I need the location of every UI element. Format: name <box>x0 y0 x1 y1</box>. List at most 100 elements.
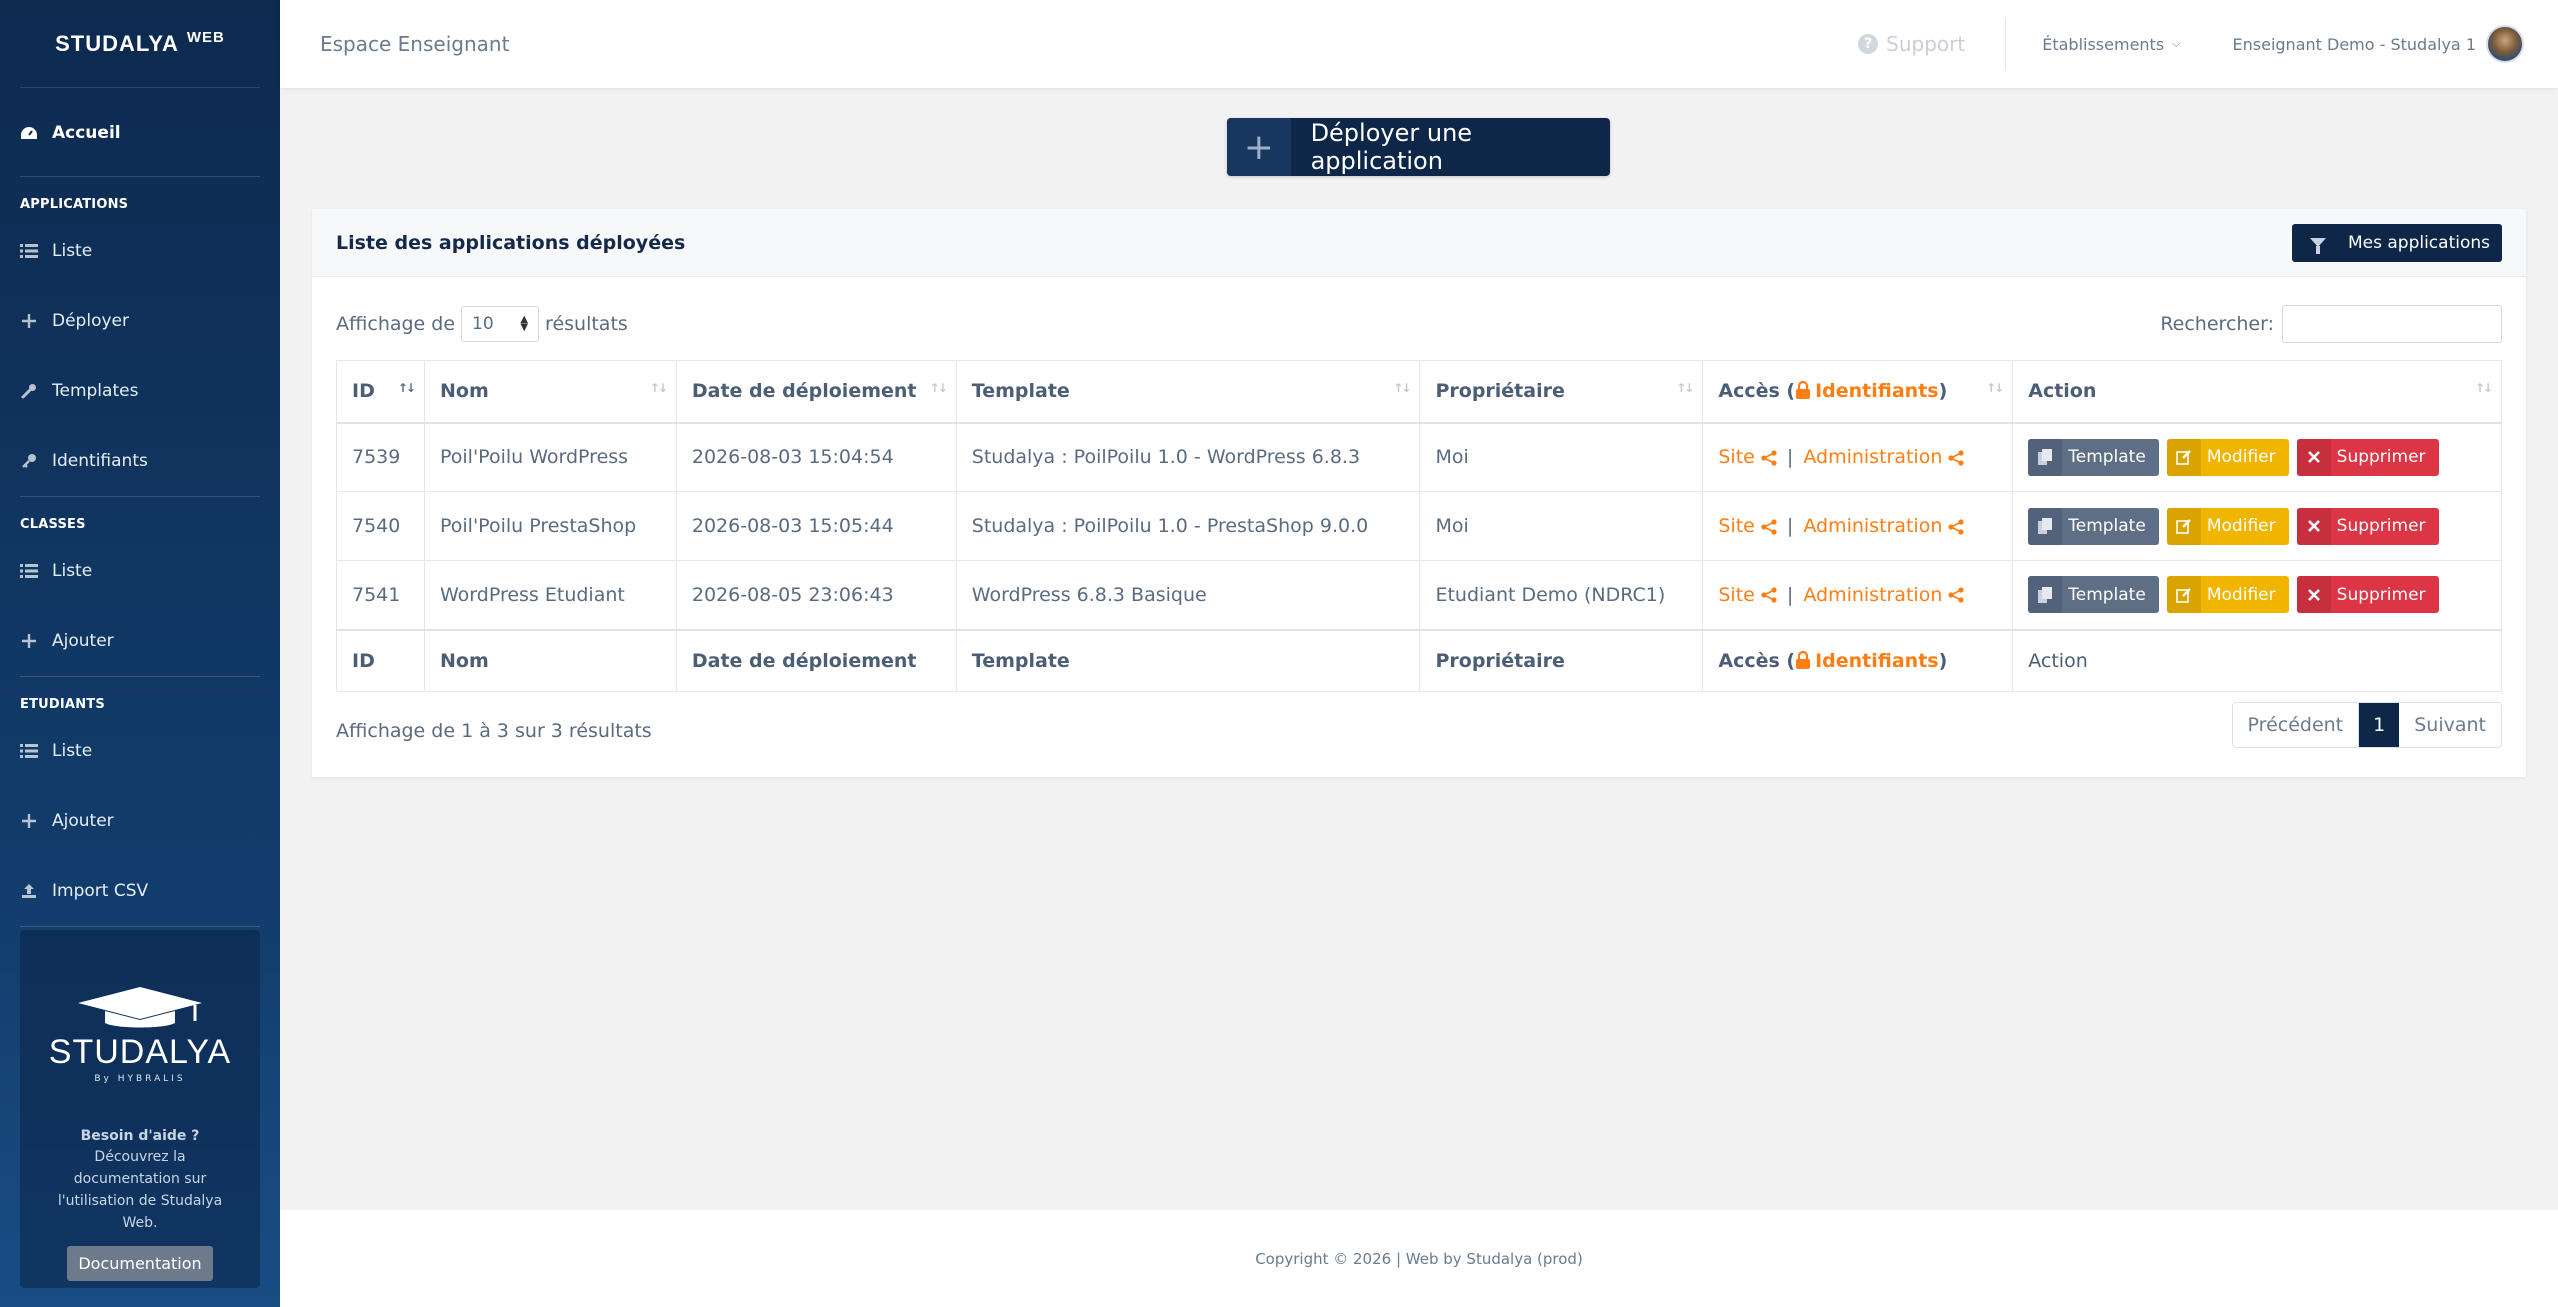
sidebar-item-label: Liste <box>52 241 93 261</box>
copy-icon <box>2028 438 2063 476</box>
filter-button-label: Mes applications <box>2347 232 2490 253</box>
cell-access: Site | Administration <box>1702 560 2014 630</box>
edit-icon <box>2166 507 2201 545</box>
sidebar-item-classes-liste[interactable]: Liste <box>0 536 280 606</box>
site-link[interactable]: Site <box>1718 515 1777 537</box>
column-header-action[interactable]: Action ↑↓ <box>2012 360 2502 424</box>
column-header-name[interactable]: Nom ↑↓ <box>423 360 677 424</box>
sidebar-item-etudiants-liste[interactable]: Liste <box>0 716 280 786</box>
sort-icon: ↑↓ <box>2474 381 2493 395</box>
sidebar-item-label: Liste <box>52 561 93 581</box>
credentials-link[interactable]: Identifiants <box>1795 380 1939 402</box>
sort-icon: ↑↓ <box>1676 381 1694 395</box>
column-header-owner[interactable]: Propriétaire ↑↓ <box>1419 360 1704 424</box>
cell-access: Site | Administration <box>1702 422 2014 492</box>
length-suffix: résultats <box>545 313 628 335</box>
sidebar-item-app-identifiants[interactable]: Identifiants <box>0 426 280 496</box>
share-icon <box>1761 587 1777 603</box>
page-title: Espace Enseignant <box>320 32 510 56</box>
copy-icon <box>2028 576 2063 614</box>
support-link[interactable]: ? Support <box>1858 32 1965 56</box>
pagination-next[interactable]: Suivant <box>2399 703 2501 747</box>
graduation-cap-icon <box>20 985 260 1033</box>
page-length-select[interactable]: 10 ▲ ▼ <box>461 306 540 342</box>
credentials-link[interactable]: Identifiants <box>1795 650 1939 672</box>
column-header-id[interactable]: ID ↑↓ <box>336 360 425 424</box>
sort-asc-icon: ↑↓ <box>397 381 416 395</box>
establishments-dropdown[interactable]: Établissements ⌵ <box>2042 35 2180 54</box>
support-label: Support <box>1886 32 1966 56</box>
column-header-template[interactable]: Template ↑↓ <box>955 360 1421 424</box>
sidebar-item-etudiants-import[interactable]: Import CSV <box>0 856 280 926</box>
sidebar-item-app-deployer[interactable]: Déployer <box>0 286 280 356</box>
sidebar-item-classes-ajouter[interactable]: Ajouter <box>0 606 280 676</box>
search-input[interactable] <box>2282 305 2502 343</box>
cell-id: 7539 <box>336 422 425 492</box>
sidebar-item-label: Accueil <box>52 123 121 143</box>
sort-icon: ↑↓ <box>1986 381 2004 395</box>
delete-button[interactable]: Supprimer <box>2296 576 2439 614</box>
plus-icon <box>20 812 38 830</box>
copy-icon <box>2028 507 2063 545</box>
template-button[interactable]: Template <box>2028 576 2159 614</box>
cell-name: WordPress Etudiant <box>423 560 677 630</box>
cell-date: 2026-08-03 15:04:54 <box>675 422 957 492</box>
admin-link[interactable]: Administration <box>1803 584 1964 606</box>
template-button[interactable]: Template <box>2028 438 2159 476</box>
table-header-row: ID ↑↓ Nom ↑↓ Date de déploiement ↑↓ Templat… <box>336 360 2502 424</box>
help-box: STUDALYA By HYBRALIS Besoin d'aide ? Déc… <box>20 930 260 1288</box>
brand-logo[interactable]: STUDALYA WEB <box>20 0 260 88</box>
filter-icon <box>2309 238 2326 254</box>
share-icon <box>1948 518 1964 535</box>
delete-button[interactable]: Supprimer <box>2296 507 2439 545</box>
admin-link[interactable]: Administration <box>1803 446 1964 468</box>
deploy-application-button[interactable]: + Déployer une application <box>1227 118 1610 176</box>
select-arrows-icon: ▲ ▼ <box>520 314 529 333</box>
sidebar-item-label: Liste <box>52 741 93 761</box>
site-link[interactable]: Site <box>1718 584 1777 606</box>
sort-icon: ↑↓ <box>1393 381 1411 395</box>
documentation-button[interactable]: Documentation <box>67 1246 213 1281</box>
table-controls: Affichage de 10 ▲ ▼ résultats Rechercher: <box>336 304 2502 344</box>
list-icon <box>20 562 38 580</box>
edit-button[interactable]: Modifier <box>2166 507 2289 545</box>
sidebar-item-accueil[interactable]: Accueil <box>0 108 280 158</box>
footer-template: Template <box>955 628 1421 692</box>
edit-icon <box>2166 576 2201 614</box>
card-title: Liste des applications déployées <box>336 231 686 254</box>
share-icon <box>1761 518 1777 535</box>
sidebar-item-etudiants-ajouter[interactable]: Ajouter <box>0 786 280 856</box>
column-header-date[interactable]: Date de déploiement ↑↓ <box>675 360 957 424</box>
table-row: 7541 WordPress Etudiant 2026-08-05 23:06… <box>336 560 2502 630</box>
share-icon <box>1761 450 1777 466</box>
share-icon <box>1948 587 1964 603</box>
sidebar-item-app-liste[interactable]: Liste <box>0 216 280 286</box>
table-row: 7540 Poil'Poilu PrestaShop 2026-08-03 15… <box>336 491 2502 561</box>
user-menu[interactable]: Enseignant Demo - Studalya 1 <box>2233 25 2524 63</box>
dashboard-icon <box>20 124 38 142</box>
sidebar-item-app-templates[interactable]: Templates <box>0 356 280 426</box>
pagination-previous[interactable]: Précédent <box>2233 703 2360 747</box>
admin-link[interactable]: Administration <box>1803 515 1964 537</box>
cell-date: 2026-08-03 15:05:44 <box>675 491 957 561</box>
close-icon <box>2296 438 2331 476</box>
list-icon <box>20 242 38 260</box>
column-header-access[interactable]: Accès (Identifiants) ↑↓ <box>1702 360 2014 424</box>
lock-icon <box>1796 381 1811 400</box>
question-icon: ? <box>1858 34 1879 54</box>
edit-button[interactable]: Modifier <box>2166 576 2289 614</box>
cell-owner: Moi <box>1419 491 1704 561</box>
sidebar-item-label: Ajouter <box>52 811 114 831</box>
edit-button[interactable]: Modifier <box>2166 438 2289 476</box>
my-applications-filter-button[interactable]: Mes applications <box>2291 223 2502 262</box>
delete-button[interactable]: Supprimer <box>2296 438 2439 476</box>
cell-template: Studalya : PoilPoilu 1.0 - WordPress 6.8… <box>955 422 1421 492</box>
upload-icon <box>20 882 38 900</box>
template-button[interactable]: Template <box>2028 507 2159 545</box>
section-heading-etudiants: ETUDIANTS <box>20 697 105 712</box>
cell-action: Template Modifier Supprimer <box>2012 560 2502 630</box>
divider <box>2005 19 2007 69</box>
pagination-page-1[interactable]: 1 <box>2359 703 2400 747</box>
site-link[interactable]: Site <box>1718 446 1777 468</box>
edit-icon <box>2166 438 2201 476</box>
